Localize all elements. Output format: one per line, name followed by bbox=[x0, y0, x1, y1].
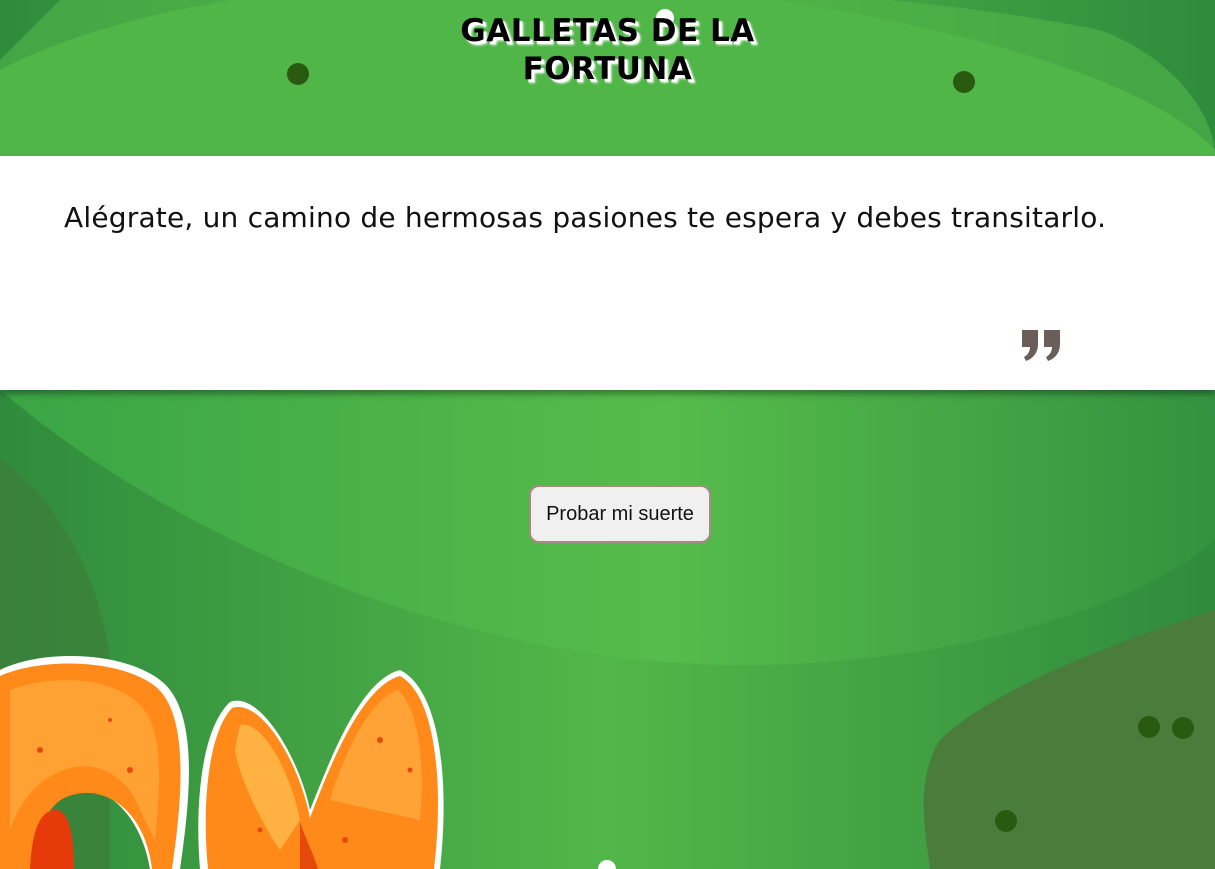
try-luck-button[interactable]: Probar mi suerte bbox=[529, 485, 711, 543]
page-title: GALLETAS DE LA FORTUNA bbox=[0, 12, 1215, 88]
fortune-message: Alégrate, un camino de hermosas pasiones… bbox=[64, 201, 1107, 234]
fortune-cookie-illustration bbox=[0, 656, 444, 869]
page-title-line2: FORTUNA bbox=[522, 51, 693, 87]
page-title-line1: GALLETAS DE LA bbox=[460, 13, 755, 49]
closing-quote-icon bbox=[1022, 330, 1060, 361]
